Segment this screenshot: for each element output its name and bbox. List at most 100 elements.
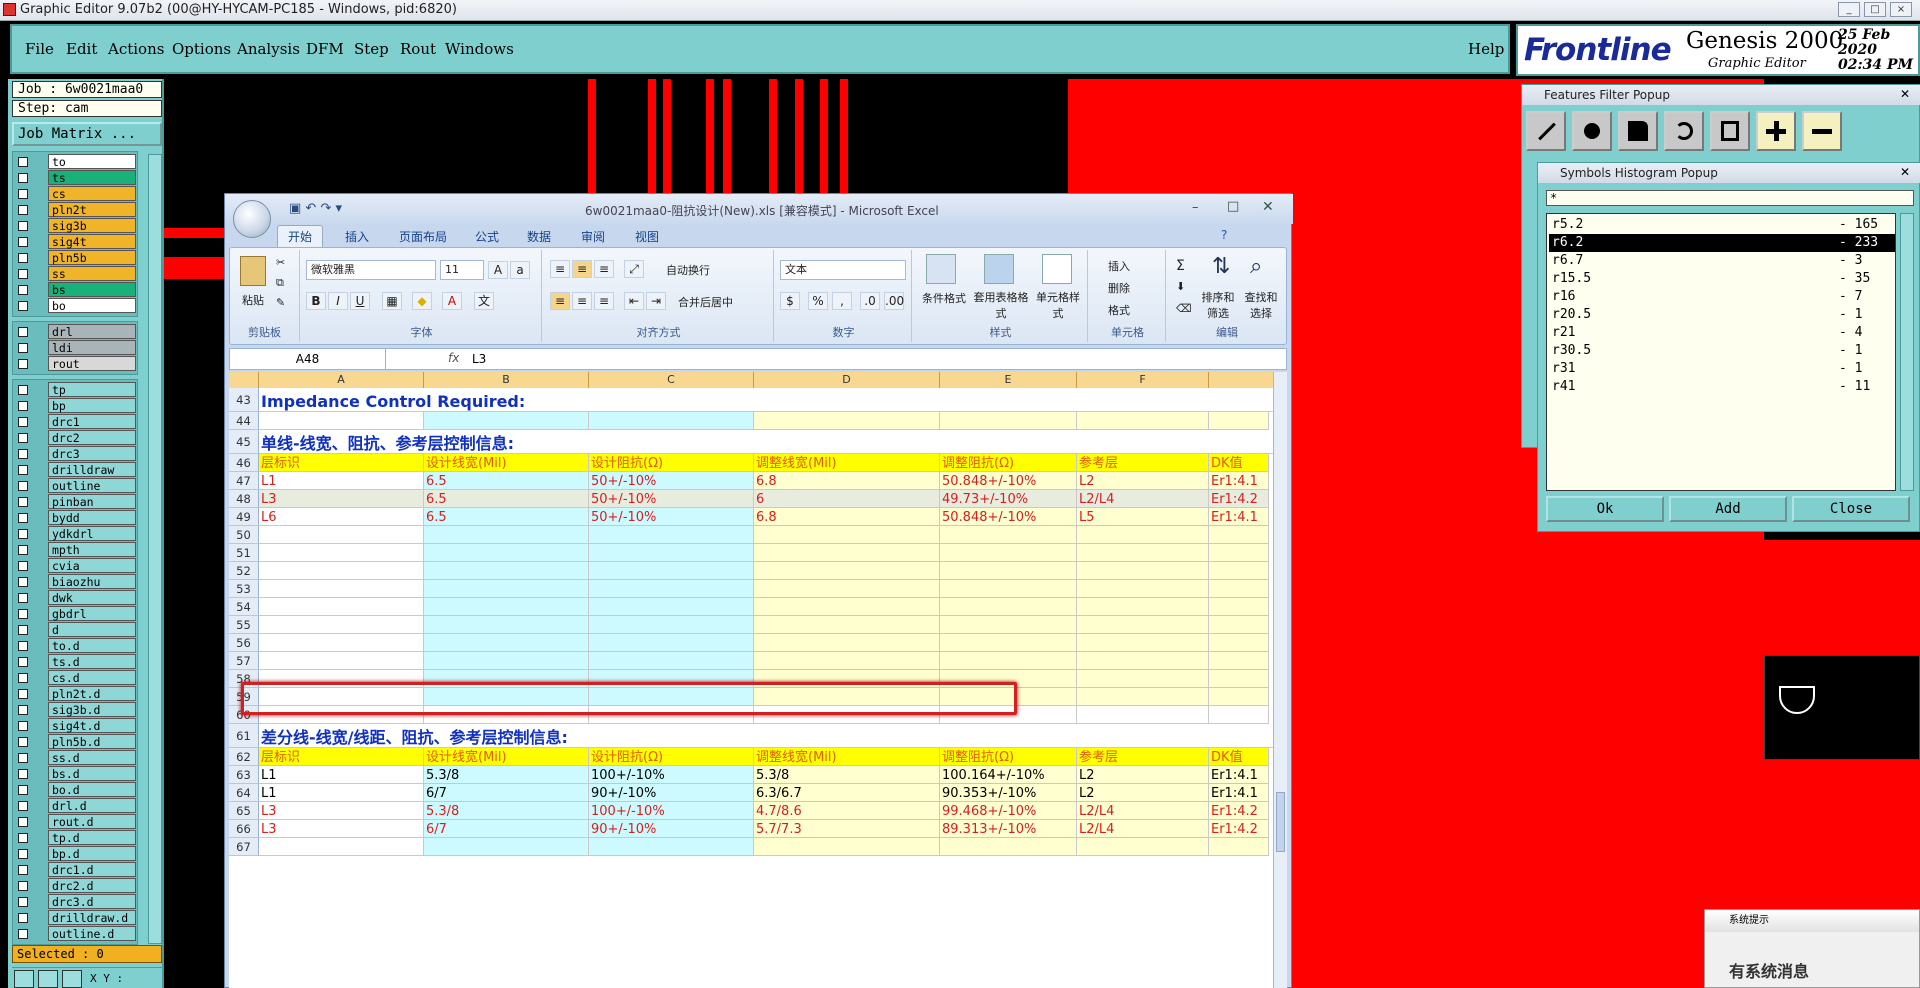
- system-notification[interactable]: 系统提示 有系统消息: [1704, 909, 1920, 988]
- conditional-format-icon[interactable]: [926, 254, 956, 284]
- layer-checkbox[interactable]: [18, 673, 28, 683]
- symbol-list-item[interactable]: r41 - 11: [1549, 378, 1895, 396]
- empty-cell[interactable]: [754, 526, 940, 544]
- layer-name[interactable]: rout: [48, 356, 136, 371]
- table-cell[interactable]: L1: [259, 472, 424, 490]
- tab-view[interactable]: 视图: [635, 228, 659, 245]
- layer-row[interactable]: tp: [14, 382, 140, 398]
- menu-analysis[interactable]: Analysis: [237, 40, 300, 58]
- empty-cell[interactable]: [1077, 706, 1209, 724]
- header-cell[interactable]: 调整阻抗(Ω): [940, 748, 1077, 766]
- layer-name[interactable]: drc1: [48, 414, 136, 429]
- table-cell[interactable]: L3: [259, 802, 424, 820]
- table-cell[interactable]: 100.164+/-10%: [940, 766, 1077, 784]
- bold-icon[interactable]: B: [306, 292, 326, 310]
- layer-name[interactable]: drc3.d: [48, 894, 136, 909]
- layer-name[interactable]: ldi: [48, 340, 136, 355]
- row-header[interactable]: 49: [229, 508, 259, 526]
- pad-icon[interactable]: [1572, 111, 1612, 151]
- layer-name[interactable]: bs: [48, 282, 136, 297]
- empty-cell[interactable]: [589, 652, 754, 670]
- insert-button[interactable]: 插入: [1108, 258, 1130, 274]
- layer-row[interactable]: dwk: [14, 590, 140, 606]
- symbol-list-item[interactable]: r31 - 1: [1549, 360, 1895, 378]
- symbol-list-item[interactable]: r6.7 - 3: [1549, 252, 1895, 270]
- layer-checkbox[interactable]: [18, 359, 28, 369]
- layer-checkbox[interactable]: [18, 817, 28, 827]
- table-cell[interactable]: 4.7/8.6: [754, 802, 940, 820]
- empty-cell[interactable]: [940, 838, 1077, 856]
- row-header[interactable]: 57: [229, 652, 259, 670]
- empty-cell[interactable]: [1077, 598, 1209, 616]
- empty-cell[interactable]: [1209, 616, 1269, 634]
- tab-review[interactable]: 审阅: [581, 228, 605, 245]
- row-header[interactable]: 51: [229, 544, 259, 562]
- layer-checkbox[interactable]: [18, 189, 28, 199]
- table-cell[interactable]: 5.3/8: [754, 766, 940, 784]
- header-cell[interactable]: 参考层: [1077, 454, 1209, 472]
- column-header-b[interactable]: B: [424, 372, 589, 388]
- layer-row[interactable]: mpth: [14, 542, 140, 558]
- header-cell[interactable]: 调整线宽(Mil): [754, 748, 940, 766]
- shrink-font-icon[interactable]: a: [510, 261, 530, 279]
- table-cell[interactable]: 6.5: [424, 508, 589, 526]
- table-cell[interactable]: 6: [754, 490, 940, 508]
- empty-cell[interactable]: [1209, 412, 1269, 430]
- layer-row[interactable]: bs.d: [14, 766, 140, 782]
- empty-cell[interactable]: [424, 634, 589, 652]
- header-cell[interactable]: 设计阻抗(Ω): [589, 748, 754, 766]
- empty-cell[interactable]: [589, 598, 754, 616]
- table-cell[interactable]: Er1:4.1: [1209, 766, 1269, 784]
- empty-cell[interactable]: [1209, 652, 1269, 670]
- symbol-filter-input[interactable]: *: [1546, 190, 1914, 206]
- empty-cell[interactable]: [589, 580, 754, 598]
- currency-icon[interactable]: $: [780, 292, 800, 310]
- wrap-text-button[interactable]: 自动换行: [666, 262, 710, 278]
- layer-row[interactable]: bs: [14, 282, 140, 298]
- layer-row[interactable]: pln2t.d: [14, 686, 140, 702]
- row-header[interactable]: 61: [229, 724, 259, 748]
- close-button[interactable]: ×: [1890, 2, 1912, 17]
- layer-checkbox[interactable]: [18, 657, 28, 667]
- layer-name[interactable]: drl.d: [48, 798, 136, 813]
- layer-row[interactable]: outline: [14, 478, 140, 494]
- empty-cell[interactable]: [424, 526, 589, 544]
- layer-checkbox[interactable]: [18, 897, 28, 907]
- header-cell[interactable]: 设计阻抗(Ω): [589, 454, 754, 472]
- empty-cell[interactable]: [589, 616, 754, 634]
- select-all-corner[interactable]: [229, 372, 259, 388]
- layer-checkbox[interactable]: [18, 481, 28, 491]
- indent-icon[interactable]: ⇥: [646, 292, 666, 310]
- symbol-list-item[interactable]: r15.5 - 35: [1549, 270, 1895, 288]
- empty-cell[interactable]: [259, 838, 424, 856]
- table-cell[interactable]: Er1:4.1: [1209, 508, 1269, 526]
- layer-row[interactable]: bo: [14, 298, 140, 314]
- table-cell[interactable]: Er1:4.1: [1209, 472, 1269, 490]
- empty-cell[interactable]: [754, 562, 940, 580]
- layer-row[interactable]: d: [14, 622, 140, 638]
- grid-icon[interactable]: [62, 970, 82, 988]
- layer-name[interactable]: bs.d: [48, 766, 136, 781]
- plus-icon[interactable]: [1756, 111, 1796, 151]
- layer-name[interactable]: sig3b: [48, 218, 136, 233]
- number-format-box[interactable]: 文本: [780, 260, 906, 280]
- empty-cell[interactable]: [1209, 670, 1269, 688]
- layer-row[interactable]: drl: [14, 324, 140, 340]
- font-size-box[interactable]: 11: [440, 260, 484, 280]
- line-icon[interactable]: [1526, 111, 1566, 151]
- layer-checkbox[interactable]: [18, 753, 28, 763]
- layer-row[interactable]: to.d: [14, 638, 140, 654]
- table-cell[interactable]: 90+/-10%: [589, 820, 754, 838]
- help-icon[interactable]: ?: [1221, 228, 1227, 242]
- layer-checkbox[interactable]: [18, 785, 28, 795]
- symbol-list-scrollbar[interactable]: [1900, 213, 1914, 491]
- quick-save-icon[interactable]: ▣ ↶ ↷ ▾: [289, 201, 342, 216]
- table-cell[interactable]: 50+/-10%: [589, 490, 754, 508]
- layer-name[interactable]: gbdrl: [48, 606, 136, 621]
- empty-cell[interactable]: [1209, 544, 1269, 562]
- sort-filter-button[interactable]: 排序和筛选: [1198, 290, 1238, 322]
- symbol-list[interactable]: r5.2 - 165 r6.2 - 233 r6.7 - 3 r15.5 - 35 r16 - 7…: [1546, 213, 1896, 491]
- cell-style-icon[interactable]: [1042, 254, 1072, 284]
- table-cell[interactable]: 6.8: [754, 472, 940, 490]
- empty-cell[interactable]: [940, 544, 1077, 562]
